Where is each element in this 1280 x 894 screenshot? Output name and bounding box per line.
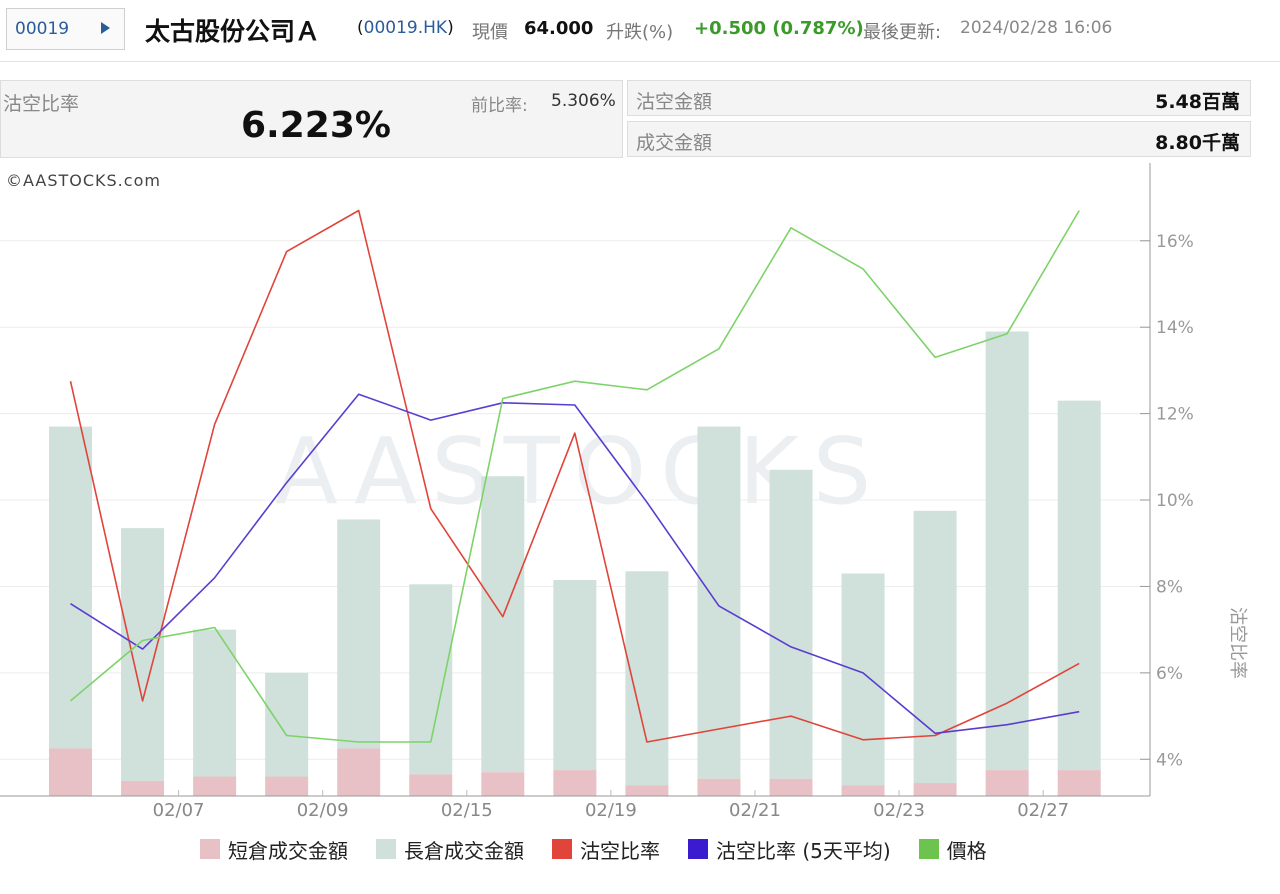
y-tick-label: 10% [1156, 491, 1194, 511]
legend-short-volume[interactable]: 短倉成交金額 [200, 835, 348, 864]
legend-price[interactable]: 價格 [918, 835, 987, 864]
chart-bars [49, 331, 1101, 796]
stock-name: 太古股份公司Ａ [145, 17, 321, 46]
legend-ratio-5day-avg[interactable]: 沽空比率 (5天平均) [688, 835, 891, 864]
x-tick-label: 02/07 [153, 800, 205, 821]
short-volume-bar [985, 770, 1029, 796]
short-volume-bar [409, 774, 453, 796]
long-volume-bar [553, 579, 597, 771]
long-volume-bar [409, 584, 453, 775]
right-axis-title: 沽空比率 [1227, 607, 1248, 679]
updated-label: 最後更新: [863, 22, 942, 43]
change-value: +0.500 (0.787%) [694, 18, 864, 39]
short-volume-bar [769, 778, 813, 796]
chart-canvas: AASTOCKS 4%6%8%10%12%14%16%02/07 02/09 02/… [0, 163, 1248, 821]
legend-swatch-ratio [552, 839, 572, 859]
code-paren-close: ) [447, 18, 454, 38]
legend-avg-label: 沽空比率 (5天平均) [716, 838, 891, 863]
short-volume-bar [697, 778, 741, 796]
x-tick-label: 02/21 [729, 800, 781, 821]
turnover-label: 成交金額 [636, 132, 713, 154]
short-amount-row: 沽空金額 5.48百萬 [627, 80, 1251, 116]
long-volume-bar [769, 469, 813, 779]
short-volume-bar [49, 748, 92, 796]
y-tick-label: 8% [1156, 577, 1183, 597]
y-tick-label: 14% [1156, 318, 1194, 338]
legend-short-ratio[interactable]: 沽空比率 [552, 835, 660, 864]
stock-code-input[interactable]: 00019 [6, 8, 125, 50]
stock-code-value[interactable]: 00019 [15, 19, 69, 39]
legend-price-label: 價格 [946, 838, 987, 863]
x-tick-label: 02/19 [585, 800, 637, 821]
legend-short-label: 短倉成交金額 [228, 838, 348, 863]
turnover-row: 成交金額 8.80千萬 [627, 121, 1251, 157]
play-icon[interactable] [101, 22, 110, 34]
turnover-value: 8.80千萬 [1155, 132, 1240, 154]
short-volume-bar [193, 776, 237, 796]
stock-code-link[interactable]: 00019.HK [364, 18, 447, 38]
x-tick-label: 02/27 [1017, 800, 1069, 821]
legend-swatch-avg [688, 839, 708, 859]
updated-value: 2024/02/28 16:06 [960, 18, 1113, 38]
long-volume-bar [481, 476, 525, 773]
long-volume-bar [985, 331, 1029, 771]
short-volume-bar [913, 783, 957, 796]
y-tick-label: 16% [1156, 232, 1194, 252]
short-ratio-label: 沽空比率 [3, 93, 80, 115]
y-tick-label: 4% [1156, 750, 1183, 770]
short-volume-bar [841, 785, 885, 796]
legend-long-label: 長倉成交金額 [404, 838, 524, 863]
legend-ratio-label: 沽空比率 [580, 838, 660, 863]
short-volume-bar [1057, 770, 1101, 796]
y-tick-label: 12% [1156, 405, 1194, 425]
short-ratio-panel: 沽空比率 6.223% 前比率: 5.306% [0, 80, 623, 158]
legend-swatch-price [918, 839, 939, 859]
long-volume-bar [265, 672, 309, 777]
prev-ratio-label: 前比率: [471, 96, 528, 116]
chart-legend: 短倉成交金額 長倉成交金額 沽空比率 沽空比率 (5天平均) 價格 [200, 834, 1015, 864]
chart-copyright: ©AASTOCKS.com [6, 171, 161, 190]
price-value: 64.000 [524, 18, 594, 39]
x-tick-label: 02/23 [873, 800, 925, 821]
long-volume-bar [841, 573, 885, 786]
x-tick-label: 02/15 [441, 800, 493, 821]
short-volume-bar [481, 772, 525, 796]
legend-long-volume[interactable]: 長倉成交金額 [376, 835, 524, 864]
short-selling-chart: AASTOCKS 4% 6% 8% 10% 12% 14% 16% 02/07 02/09 02/… [0, 163, 1280, 830]
legend-swatch-short [200, 839, 220, 859]
price-label: 現價 [472, 22, 508, 43]
short-volume-bar [337, 748, 381, 796]
stock-header: 00019 太古股份公司Ａ (00019.HK) 現價 64.000 升跌(%)… [0, 0, 1280, 62]
change-label: 升跌(%) [606, 22, 674, 43]
code-paren-open: ( [357, 18, 364, 38]
long-volume-bar [337, 519, 381, 749]
short-volume-bar [625, 785, 669, 796]
prev-ratio-value: 5.306% [551, 91, 616, 111]
y-tick-label: 6% [1156, 664, 1183, 684]
short-volume-bar [553, 770, 597, 796]
short-amount-value: 5.48百萬 [1155, 91, 1240, 113]
long-volume-bar [193, 629, 237, 777]
long-volume-bar [913, 510, 957, 784]
legend-swatch-long [376, 839, 396, 859]
short-volume-bar [265, 776, 309, 796]
stock-code-label: (00019.HK) [357, 18, 454, 38]
x-tick-label: 02/09 [297, 800, 349, 821]
short-amount-label: 沽空金額 [636, 91, 713, 113]
short-volume-bar [121, 780, 165, 796]
short-ratio-value: 6.223% [241, 105, 391, 146]
long-volume-bar [121, 528, 165, 781]
